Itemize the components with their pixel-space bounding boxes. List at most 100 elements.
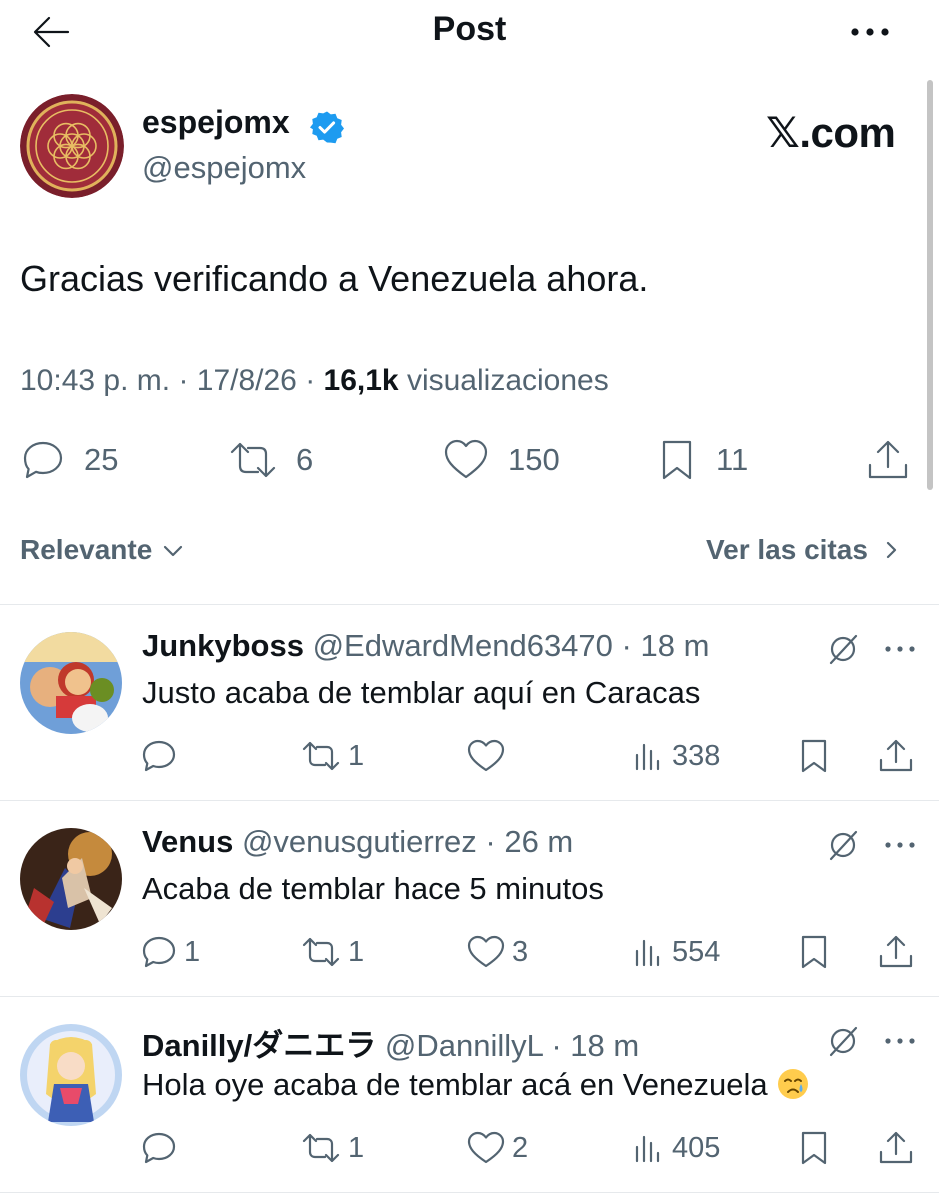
avatar[interactable] [20,828,122,930]
like-count: 150 [508,442,560,477]
like-button[interactable]: 2 [466,1128,528,1168]
more-options-icon[interactable] [882,642,918,656]
reply-button[interactable]: 1 [140,932,200,972]
reply-count: 1 [184,935,201,968]
reply-icon [142,1132,176,1164]
bookmark-button[interactable] [796,1128,832,1168]
author-handle[interactable]: @espejomx [142,150,306,186]
sort-label: Relevante [20,534,153,565]
repost-button[interactable]: 1 [300,736,364,776]
reply-author-name[interactable]: Venus [142,824,233,859]
reply-button[interactable] [140,1128,184,1168]
grok-icon[interactable] [826,828,860,862]
bookmark-button[interactable] [796,736,832,776]
share-icon [879,935,913,968]
page-title: Post [432,10,507,48]
scrollbar[interactable] [927,80,933,490]
sort-dropdown[interactable]: Relevante [20,534,186,566]
reply-icon [23,441,63,479]
views-count: 554 [672,935,721,968]
bookmark-button[interactable]: 11 [656,436,748,484]
share-button[interactable] [876,1128,916,1168]
post-time[interactable]: 10:43 p. m. [20,364,170,397]
reply-item[interactable]: Junkyboss @EdwardMend63470 · 18 m Justo … [0,604,939,800]
post-meta: 10:43 p. m. · 17/8/26 · 16,1k visualizac… [20,364,609,397]
post-date[interactable]: 17/8/26 [197,364,297,397]
reply-text: Acaba de temblar hace 5 minutos [142,871,604,906]
like-icon [467,1131,505,1164]
like-count: 3 [512,935,529,968]
bookmark-count: 11 [716,442,749,477]
share-icon [868,440,908,479]
reply-button[interactable]: 25 [20,436,118,484]
more-options-icon[interactable] [882,838,918,852]
reply-item[interactable]: Venus @venusgutierrez · 26 m Acaba de te… [0,800,939,996]
views-button[interactable]: 405 [632,1128,720,1168]
reply-icon [142,936,176,968]
bookmark-icon [801,739,827,773]
avatar[interactable] [20,632,122,734]
views-count: 16,1k [323,364,399,397]
share-icon [879,739,913,772]
reply-time[interactable]: 18 m [570,1028,639,1063]
repost-icon [302,1133,340,1163]
more-options-icon[interactable] [882,1034,918,1048]
reply-item[interactable]: Danilly/ダニエラ @DannillyL · 18 m Hola oye … [0,996,939,1192]
more-options-icon[interactable] [845,14,895,50]
bookmark-button[interactable] [796,932,832,972]
like-icon [467,935,505,968]
views-count: 405 [672,1131,721,1164]
repost-button[interactable]: 6 [228,436,313,484]
author-name[interactable]: espejomx [142,104,290,141]
view-quotes-link[interactable]: Ver las citas [706,534,904,566]
share-button[interactable] [876,736,916,776]
grok-icon[interactable] [826,1024,860,1058]
views-label: visualizaciones [406,364,609,397]
reply-header: Danilly/ダニエラ @DannillyL · 18 m [142,1028,640,1063]
repost-button[interactable]: 1 [300,932,364,972]
reply-author-name[interactable]: Danilly/ダニエラ [142,1028,376,1063]
bookmark-icon [662,440,692,480]
bookmark-icon [801,935,827,969]
repost-button[interactable]: 1 [300,1128,364,1168]
like-count: 2 [512,1131,529,1164]
share-button[interactable] [864,436,912,484]
avatar[interactable] [20,94,124,198]
reply-author-handle[interactable]: @DannillyL [385,1028,543,1063]
chevron-down-icon [164,545,183,557]
reply-button[interactable] [140,736,184,776]
reply-header: Venus @venusgutierrez · 26 m [142,824,574,859]
repost-count: 1 [348,1131,365,1164]
like-icon [444,439,488,479]
reply-text: Justo acaba de temblar aquí en Caracas [142,675,701,710]
views-icon [635,1135,660,1163]
reply-time[interactable]: 18 m [640,628,709,663]
reply-text-container: Hola oye acaba de temblar acá en Venezue… [142,1067,810,1103]
reply-author-name[interactable]: Junkyboss [142,628,304,663]
like-button[interactable]: 3 [466,932,528,972]
divider [0,1192,939,1193]
views-icon [635,743,660,771]
reply-header: Junkyboss @EdwardMend63470 · 18 m [142,628,710,663]
like-icon [467,739,505,772]
repost-icon [302,741,340,771]
share-icon [879,1131,913,1164]
reply-text: Hola oye acaba de temblar acá en Venezue… [142,1067,768,1102]
repost-count: 1 [348,935,365,968]
share-button[interactable] [876,932,916,972]
like-button[interactable]: 150 [442,436,560,484]
grok-icon[interactable] [826,632,860,666]
reply-count: 25 [84,442,119,477]
chevron-right-icon [886,541,897,559]
views-button[interactable]: 554 [632,932,720,972]
repost-count: 6 [296,442,314,477]
reply-author-handle[interactable]: @EdwardMend63470 [313,628,613,663]
reply-time[interactable]: 26 m [504,824,573,859]
views-button[interactable]: 338 [632,736,720,776]
repost-count: 1 [348,739,365,772]
avatar[interactable] [20,1024,122,1126]
repost-icon [230,442,276,478]
like-button[interactable] [466,736,512,776]
reply-author-handle[interactable]: @venusgutierrez [242,824,477,859]
repost-icon [302,937,340,967]
